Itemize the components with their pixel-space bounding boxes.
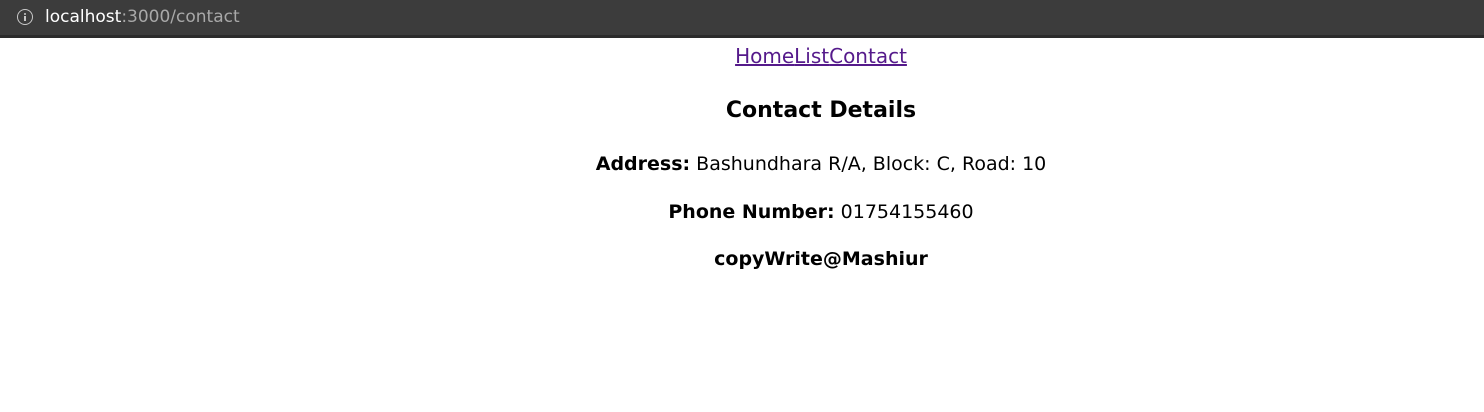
- address-line: Address: Bashundhara R/A, Block: C, Road…: [158, 152, 1484, 176]
- phone-label: Phone Number:: [668, 201, 835, 223]
- browser-address-bar: localhost:3000/contact: [0, 0, 1484, 38]
- nav-link-contact[interactable]: Contact: [829, 44, 907, 68]
- phone-line: Phone Number: 01754155460: [158, 200, 1484, 224]
- url-path: :3000/contact: [121, 7, 240, 27]
- nav-link-home[interactable]: Home: [735, 44, 794, 68]
- address-label: Address:: [595, 153, 691, 175]
- contact-details-heading: Contact Details: [725, 98, 917, 123]
- info-icon[interactable]: [17, 9, 33, 25]
- phone-value: 01754155460: [840, 201, 974, 223]
- url-field[interactable]: localhost:3000/contact: [45, 6, 240, 28]
- address-value: Bashundhara R/A, Block: C, Road: 10: [696, 153, 1047, 175]
- copyright-text: copyWrite@Mashiur: [714, 248, 928, 270]
- nav-link-list[interactable]: List: [794, 44, 829, 68]
- page-content: HomeListContact Contact Details Address:…: [158, 41, 1484, 271]
- nav-bar: HomeListContact: [158, 43, 1484, 69]
- url-host: localhost: [45, 7, 122, 27]
